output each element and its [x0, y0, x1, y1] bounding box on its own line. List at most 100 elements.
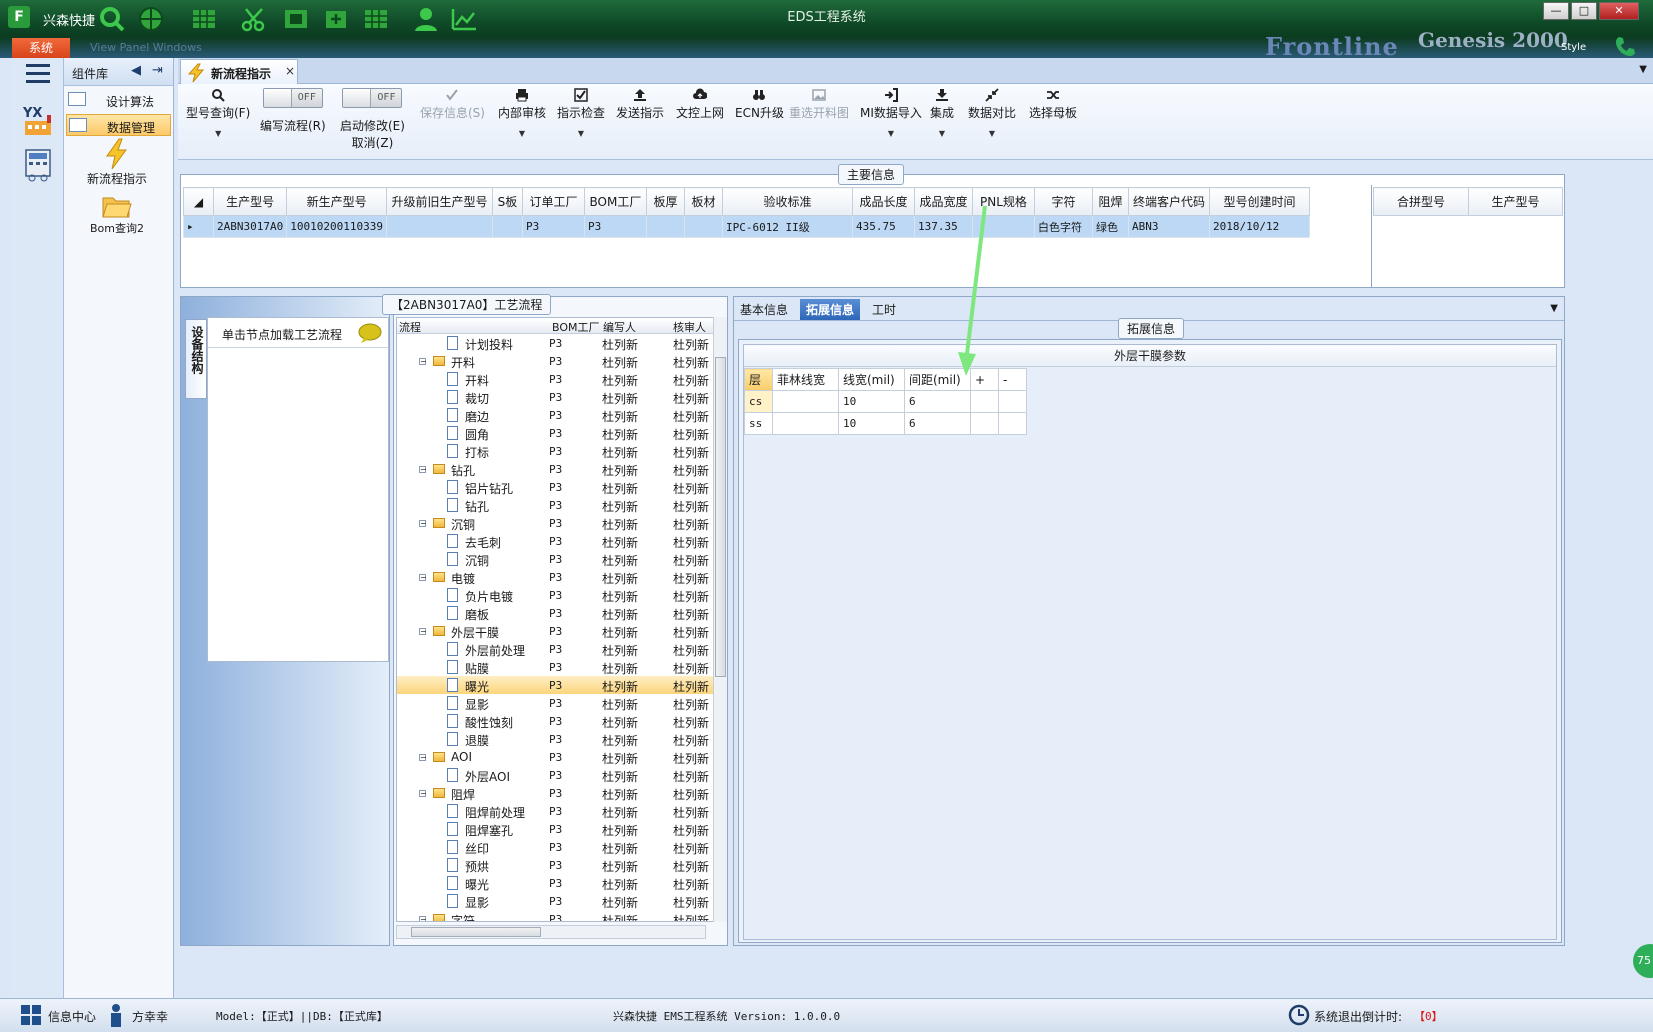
main-info-cell[interactable]: 2018/10/12 [1208, 215, 1310, 238]
film-width-cell[interactable] [772, 412, 839, 435]
minus-cell[interactable] [998, 412, 1027, 435]
main-info-column-header[interactable]: 成品宽度 [913, 187, 973, 216]
main-info-cell[interactable] [645, 215, 685, 238]
tree-row[interactable]: 显影 P3 杜列新 杜列新 [397, 892, 722, 910]
tree-row[interactable]: 打标 P3 杜列新 杜列新 [397, 442, 722, 460]
chevron-down-icon[interactable]: ▼ [1550, 303, 1558, 314]
calculator-icon[interactable] [22, 148, 54, 182]
tree-row[interactable]: 阻焊前处理 P3 杜列新 杜列新 [397, 802, 722, 820]
chevron-down-icon[interactable]: ▼ [186, 129, 250, 138]
film-width-cell[interactable] [772, 390, 839, 413]
table-row[interactable]: cs 10 6 [744, 390, 1027, 413]
writer-column-header[interactable]: 编写人 [603, 319, 636, 335]
tree-row[interactable]: 阻焊塞孔 P3 杜列新 杜列新 [397, 820, 722, 838]
tree-collapse-toggle[interactable]: − [419, 358, 427, 366]
remove-column-button[interactable]: - [998, 368, 1027, 391]
collapse-left-icon[interactable]: ◀ [131, 63, 141, 78]
main-info-cell[interactable]: 435.75 [851, 215, 915, 238]
tree-row[interactable]: − 字符 P3 杜列新 杜列新 [397, 910, 722, 921]
tree-row[interactable]: − 钻孔 P3 杜列新 杜列新 [397, 460, 722, 478]
reviewer-column-header[interactable]: 核审人 [673, 319, 706, 335]
phone-icon[interactable] [1614, 34, 1638, 58]
doc-upload-button[interactable]: 文控上网 [676, 88, 724, 121]
main-info-cell[interactable]: 绿色 [1091, 215, 1129, 238]
tree-row[interactable]: 沉铜 P3 杜列新 杜列新 [397, 550, 722, 568]
tree-row[interactable]: 圆角 P3 杜列新 杜列新 [397, 424, 722, 442]
data-compare-button[interactable]: 数据对比 ▼ [968, 88, 1016, 138]
tree-collapse-toggle[interactable]: − [419, 574, 427, 582]
pin-icon[interactable]: ⇥ [152, 63, 163, 78]
tree-row[interactable]: 去毛刺 P3 杜列新 杜列新 [397, 532, 722, 550]
tree-row[interactable]: 钻孔 P3 杜列新 杜列新 [397, 496, 722, 514]
instruction-check-button[interactable]: 指示检查 ▼ [557, 88, 605, 138]
tree-row[interactable]: 酸性蚀刻 P3 杜列新 杜列新 [397, 712, 722, 730]
row-indicator[interactable]: ▸ [183, 215, 214, 238]
tab-basic-info[interactable]: 基本信息 [734, 299, 794, 320]
tree-collapse-toggle[interactable]: − [419, 916, 427, 921]
tree-row[interactable]: − 开料 P3 杜列新 杜列新 [397, 352, 722, 370]
main-info-cell[interactable]: IPC-6012 II级 [721, 215, 853, 238]
chevron-down-icon[interactable]: ▼ [557, 129, 605, 138]
main-info-column-header[interactable]: 字符 [1033, 187, 1093, 216]
main-info-column-header[interactable]: 阻焊 [1091, 187, 1129, 216]
internal-review-button[interactable]: 内部审核 ▼ [498, 88, 546, 138]
main-info-column-header[interactable]: 型号创建时间 [1208, 187, 1310, 216]
tree-row[interactable]: 曝光 P3 杜列新 杜列新 [397, 874, 722, 892]
flow-column-header[interactable]: 流程 [399, 319, 421, 335]
tree-collapse-toggle[interactable]: − [419, 466, 427, 474]
plus-cell[interactable] [970, 390, 999, 413]
tree-row[interactable]: − 阻焊 P3 杜列新 杜列新 [397, 784, 722, 802]
layer-cell[interactable]: ss [744, 412, 773, 435]
main-info-column-header[interactable]: 板厚 [645, 187, 685, 216]
save-info-button[interactable]: 保存信息(S) [420, 88, 485, 121]
main-info-cell[interactable]: P3 [521, 215, 585, 238]
tree-row[interactable]: 曝光 P3 杜列新 杜列新 [397, 676, 722, 694]
main-info-cell[interactable]: 白色字符 [1033, 215, 1093, 238]
line-width-cell[interactable]: 10 [838, 412, 905, 435]
tree-row[interactable]: − 外层干膜 P3 杜列新 杜列新 [397, 622, 722, 640]
main-info-cell[interactable] [683, 215, 723, 238]
minus-cell[interactable] [998, 390, 1027, 413]
tab-extended-info[interactable]: 拓展信息 [800, 299, 861, 320]
menu-icon[interactable] [26, 64, 50, 84]
main-info-column-header[interactable]: 验收标准 [721, 187, 853, 216]
table-row[interactable]: ss 10 6 [744, 412, 1027, 435]
info-center-label[interactable]: 信息中心 [48, 1008, 96, 1025]
edit-toggle[interactable]: OFF 启动修改(E) 取消(Z) [340, 88, 405, 151]
main-info-column-header[interactable]: 订单工厂 [521, 187, 585, 216]
main-info-cell[interactable]: 2ABN3017A0 [212, 215, 288, 238]
tab-new-flow-instruction[interactable]: 新流程指示 × [180, 59, 298, 84]
main-info-cell[interactable] [491, 215, 523, 238]
maximize-button[interactable]: □ [1571, 2, 1597, 20]
tree-row[interactable]: − AOI P3 杜列新 杜列新 [397, 748, 722, 766]
tree-row[interactable]: 外层AOI P3 杜列新 杜列新 [397, 766, 722, 784]
tree-collapse-toggle[interactable]: − [419, 790, 427, 798]
tree-vertical-scrollbar[interactable] [713, 317, 727, 922]
main-info-column-header[interactable]: 生产型号 [212, 187, 288, 216]
chevron-down-icon[interactable]: ▼ [498, 129, 546, 138]
mi-import-button[interactable]: MI数据导入 ▼ [860, 88, 922, 138]
main-info-cell[interactable]: P3 [583, 215, 647, 238]
tree-row[interactable]: 显影 P3 杜列新 杜列新 [397, 694, 722, 712]
windows-grid-icon[interactable] [20, 1004, 42, 1026]
main-info-column-header[interactable]: 升级前旧生产型号 [385, 187, 493, 216]
reselect-chart-button[interactable]: 重选开料图 [789, 88, 849, 121]
main-info-cell[interactable]: ABN3 [1127, 215, 1210, 238]
write-flow-switch[interactable]: OFF [262, 88, 323, 108]
main-info-column-header[interactable]: PNL规格 [971, 187, 1035, 216]
model-query-button[interactable]: 型号查询(F) ▼ [186, 88, 250, 138]
tree-row[interactable]: 退膜 P3 杜列新 杜列新 [397, 730, 722, 748]
spacing-cell[interactable]: 6 [904, 390, 971, 413]
spacing-cell[interactable]: 6 [904, 412, 971, 435]
main-info-column-header[interactable]: 板材 [683, 187, 723, 216]
tree-row[interactable]: 铝片钻孔 P3 杜列新 杜列新 [397, 478, 722, 496]
tree-collapse-toggle[interactable]: − [419, 754, 427, 762]
main-info-cell[interactable] [971, 215, 1035, 238]
floating-badge[interactable]: 75 [1633, 944, 1653, 978]
line-width-cell[interactable]: 10 [838, 390, 905, 413]
tab-device-structure[interactable]: 设备结构 [185, 319, 207, 399]
component-item-data-management[interactable]: 数据管理 [66, 114, 171, 136]
chevron-down-icon[interactable]: ▼ [930, 129, 954, 138]
chevron-down-icon[interactable]: ▼ [1639, 64, 1647, 75]
ecn-upgrade-button[interactable]: ECN升级 [735, 88, 784, 121]
